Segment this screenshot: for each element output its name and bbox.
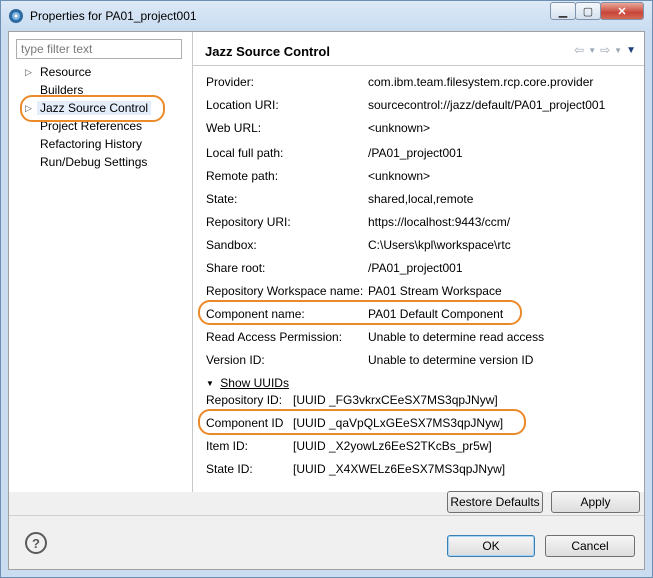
back-arrow-icon[interactable]: ⇦ — [574, 43, 584, 57]
tree-item-label: Run/Debug Settings — [40, 155, 148, 169]
tree-item-label: Resource — [40, 65, 92, 79]
prop-label: Component name: — [206, 307, 305, 321]
prop-label: Provider: — [206, 75, 255, 89]
expand-arrow-icon[interactable]: ▷ — [25, 64, 32, 81]
prop-value: PA01 Stream Workspace — [368, 284, 502, 298]
chevron-down-icon[interactable]: ▼ — [614, 46, 622, 55]
show-uuids-label[interactable]: Show UUIDs — [220, 376, 289, 390]
dialog-body: ▷ Resource Builders ▷ Jazz Source Contro… — [8, 31, 645, 570]
prop-value: PA01 Default Component — [368, 307, 504, 321]
uuid-label: State ID: — [206, 462, 253, 476]
prop-label: Remote path: — [206, 169, 279, 183]
prop-value: shared,local,remote — [368, 192, 474, 206]
prop-label: Version ID: — [206, 353, 265, 367]
prop-value: C:\Users\kpl\workspace\rtc — [368, 238, 511, 252]
prop-value: https://localhost:9443/ccm/ — [368, 215, 511, 229]
ok-button[interactable]: OK — [447, 535, 535, 557]
prop-label: Location URI: — [206, 98, 279, 112]
view-menu-icon[interactable]: ▼ — [626, 45, 636, 56]
tree-item-jazz-source-control[interactable]: ▷ Jazz Source Control — [25, 100, 152, 117]
prop-label: Share root: — [206, 261, 266, 275]
show-uuids-toggle[interactable]: ▼ Show UUIDs — [206, 375, 289, 391]
uuid-value: [UUID _qaVpQLxGEeSX7MS3qpJNyw] — [293, 416, 504, 430]
maximize-button[interactable]: ▢ — [575, 2, 601, 20]
minimize-button[interactable]: ▁ — [550, 2, 576, 20]
prop-label: State: — [206, 192, 238, 206]
property-page-tree: ▷ Resource Builders ▷ Jazz Source Contro… — [9, 32, 193, 492]
uuid-value: [UUID _X2yowLz6EeS2TKcBs_pr5w] — [293, 439, 492, 453]
prop-value: Unable to determine version ID — [368, 353, 534, 367]
prop-label: Repository Workspace name: — [206, 284, 364, 298]
prop-label: Repository URI: — [206, 215, 291, 229]
prop-value: <unknown> — [368, 169, 431, 183]
properties-dialog: Properties for PA01_project001 ▁ ▢ ✕ ▷ R… — [0, 0, 653, 578]
prop-value: /PA01_project001 — [368, 261, 463, 275]
prop-label: Sandbox: — [206, 238, 257, 252]
tree-item-project-references[interactable]: Project References — [40, 118, 142, 135]
apply-button[interactable]: Apply — [551, 491, 640, 513]
tree-item-run-debug-settings[interactable]: Run/Debug Settings — [40, 154, 147, 171]
restore-defaults-button[interactable]: Restore Defaults — [447, 491, 543, 513]
tree-item-label: Project References — [40, 119, 143, 133]
prop-label: Read Access Permission: — [206, 330, 343, 344]
tree-item-label: Refactoring History — [40, 137, 143, 151]
tree-item-builders[interactable]: Builders — [40, 82, 83, 99]
prop-value: /PA01_project001 — [368, 146, 463, 160]
uuid-value: [UUID _X4XWELz6EeSX7MS3qpJNyw] — [293, 462, 506, 476]
prop-value: Unable to determine read access — [368, 330, 545, 344]
prop-label: Web URL: — [206, 121, 262, 135]
filter-input[interactable] — [16, 39, 182, 59]
page-title: Jazz Source Control — [205, 44, 330, 59]
uuid-label: Item ID: — [206, 439, 249, 453]
title-bar[interactable]: Properties for PA01_project001 ▁ ▢ ✕ — [1, 1, 652, 31]
property-page: Jazz Source Control ⇦ ▼ ⇨ ▼ ▼ Provider: … — [193, 32, 644, 492]
uuid-value: [UUID _FG3vkrxCEeSX7MS3qpJNyw] — [293, 393, 498, 407]
eclipse-icon — [9, 9, 23, 23]
divider — [9, 515, 644, 516]
page-nav-toolbar: ⇦ ▼ ⇨ ▼ ▼ — [574, 43, 636, 57]
forward-arrow-icon[interactable]: ⇨ — [600, 43, 610, 57]
help-icon[interactable]: ? — [25, 532, 47, 554]
tree-item-label: Jazz Source Control — [37, 101, 152, 115]
prop-value: com.ibm.team.filesystem.rcp.core.provide… — [368, 75, 594, 89]
tree-item-refactoring-history[interactable]: Refactoring History — [40, 136, 142, 153]
prop-value: <unknown> — [368, 121, 431, 135]
uuid-label: Component ID — [206, 416, 284, 430]
divider — [193, 65, 644, 66]
expand-arrow-icon[interactable]: ▷ — [25, 100, 32, 117]
tree-item-label: Builders — [40, 83, 84, 97]
window-title: Properties for PA01_project001 — [30, 9, 197, 23]
uuid-label: Repository ID: — [206, 393, 283, 407]
cancel-button[interactable]: Cancel — [545, 535, 635, 557]
chevron-down-icon[interactable]: ▼ — [206, 379, 214, 388]
close-button[interactable]: ✕ — [600, 2, 644, 20]
chevron-down-icon[interactable]: ▼ — [588, 46, 596, 55]
prop-label: Local full path: — [206, 146, 284, 160]
prop-value: sourcecontrol://jazz/default/PA01_projec… — [368, 98, 606, 112]
tree-item-resource[interactable]: ▷ Resource — [25, 64, 92, 81]
